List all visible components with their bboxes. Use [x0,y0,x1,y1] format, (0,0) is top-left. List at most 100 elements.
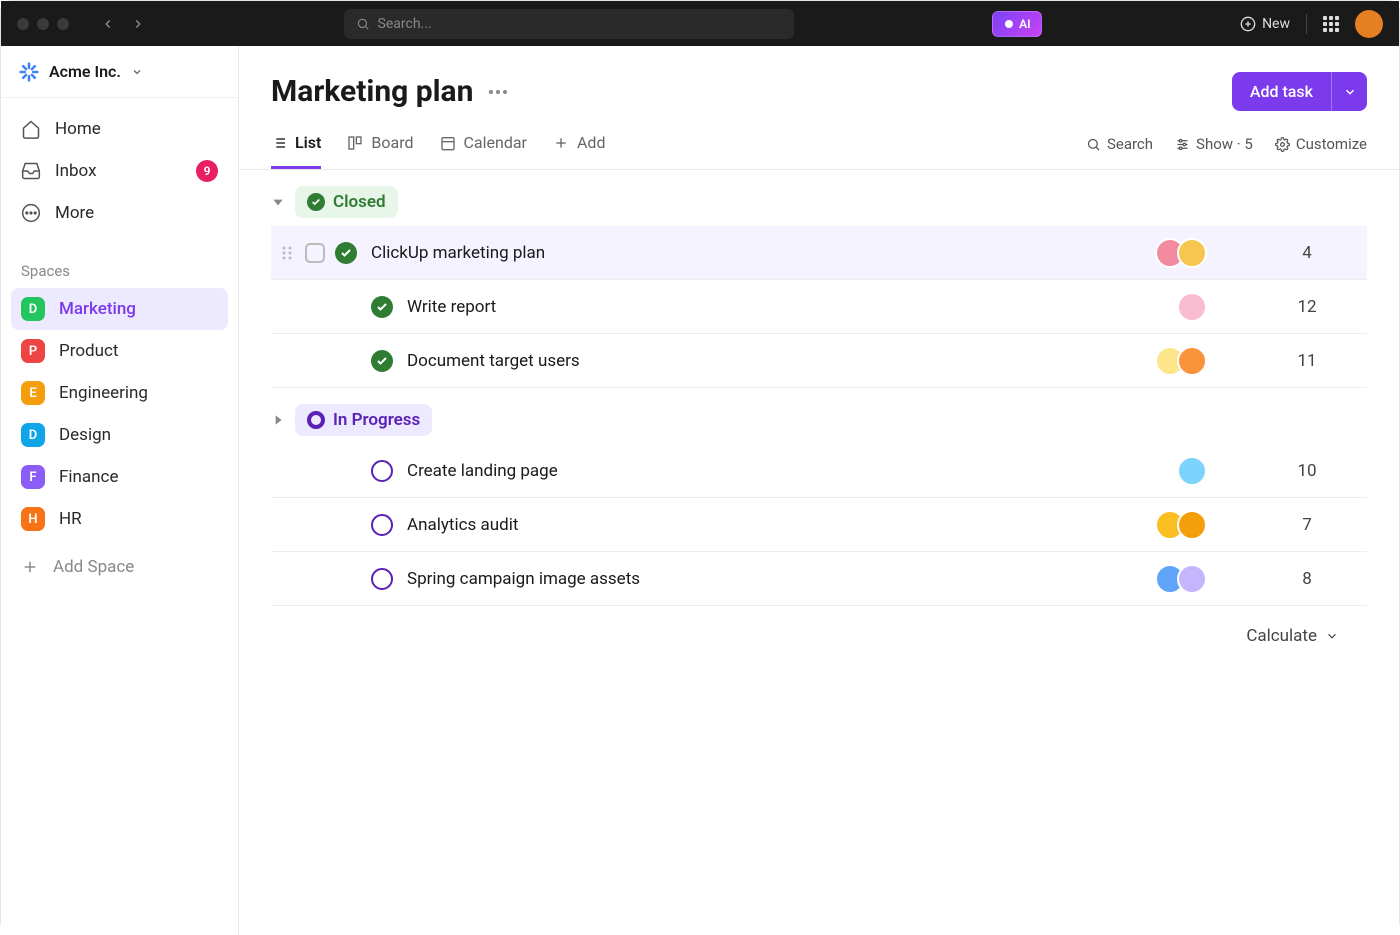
chevron-down-icon [131,66,143,78]
ai-icon [1003,18,1015,30]
task-title: Spring campaign image assets [407,569,1155,589]
sidebar-space-hr[interactable]: H HR [11,498,228,540]
workspace-switcher[interactable]: Acme Inc. [1,46,238,98]
assignee-avatar[interactable] [1177,456,1207,486]
view-customize[interactable]: Customize [1275,135,1367,153]
space-badge-icon: F [21,465,45,489]
main-content: Marketing plan Add task List Board Calen… [239,46,1399,935]
task-row[interactable]: Spring campaign image assets 8 [271,552,1367,606]
plus-icon [553,135,569,151]
space-name: Design [59,425,111,445]
space-name: Engineering [59,383,148,403]
status-icon[interactable] [371,296,393,318]
ai-button[interactable]: AI [992,11,1041,37]
search-placeholder: Search... [378,16,432,32]
space-name: Finance [59,467,118,487]
task-row[interactable]: Document target users 11 [271,334,1367,388]
group-status-pill[interactable]: In Progress [295,404,432,436]
search-input[interactable]: Search... [344,9,794,39]
tab-list[interactable]: List [271,133,321,169]
home-icon [21,119,41,139]
status-icon[interactable] [335,242,357,264]
space-badge-icon: D [21,423,45,447]
inbox-icon [21,161,41,181]
space-name: Product [59,341,118,361]
task-count: 8 [1247,569,1367,589]
tab-board[interactable]: Board [347,133,413,169]
sliders-icon [1175,137,1190,152]
user-avatar[interactable] [1355,10,1383,38]
window-controls[interactable] [17,18,69,30]
assignee-list [1177,292,1207,322]
task-row[interactable]: Write report 12 [271,280,1367,334]
calculate-button[interactable]: Calculate [239,606,1399,666]
space-badge-icon: E [21,381,45,405]
space-name: HR [59,509,82,529]
add-task-dropdown[interactable] [1331,72,1367,111]
status-icon[interactable] [371,460,393,482]
view-search[interactable]: Search [1086,135,1153,153]
view-show[interactable]: Show · 5 [1175,135,1253,153]
status-icon[interactable] [371,514,393,536]
task-count: 4 [1247,243,1367,263]
sidebar-space-design[interactable]: D Design [11,414,228,456]
status-icon[interactable] [371,350,393,372]
spaces-label: Spaces [1,244,238,288]
task-count: 11 [1247,351,1367,371]
board-icon [347,135,363,151]
back-icon[interactable] [101,17,115,31]
group-closed: Closed ClickUp marketing plan 4 Write re… [239,170,1399,388]
task-count: 12 [1247,297,1367,317]
sidebar-item-inbox[interactable]: Inbox 9 [11,150,228,192]
search-icon [1086,137,1101,152]
sidebar: Acme Inc. Home Inbox 9 More Spaces DMark… [1,46,239,935]
assignee-list [1155,346,1207,376]
space-badge-icon: H [21,507,45,531]
group-status-pill[interactable]: Closed [295,186,398,218]
status-icon[interactable] [371,568,393,590]
task-title: Write report [407,297,1177,317]
assignee-avatar[interactable] [1177,564,1207,594]
gear-icon [1275,137,1290,152]
tab-add[interactable]: Add [553,133,605,169]
assignee-list [1155,238,1207,268]
task-count: 7 [1247,515,1367,535]
group-toggle-icon[interactable] [271,195,285,209]
task-row[interactable]: Create landing page 10 [271,444,1367,498]
apps-icon[interactable] [1323,16,1339,32]
assignee-avatar[interactable] [1177,238,1207,268]
page-more-button[interactable] [489,90,507,94]
workspace-name: Acme Inc. [49,62,121,81]
task-row[interactable]: ClickUp marketing plan 4 [271,226,1367,280]
chevron-down-icon [1343,85,1357,99]
topbar: Search... AI New [1,1,1399,46]
task-row[interactable]: Analytics audit 7 [271,498,1367,552]
task-checkbox[interactable] [305,243,325,263]
calendar-icon [440,135,456,151]
workspace-logo-icon [19,62,39,82]
sidebar-space-marketing[interactable]: DMarketing [11,288,228,330]
new-button[interactable]: New [1240,16,1290,32]
group-toggle-icon[interactable] [271,413,285,427]
sidebar-space-product[interactable]: P Product [11,330,228,372]
space-badge-icon: P [21,339,45,363]
sidebar-space-finance[interactable]: F Finance [11,456,228,498]
forward-icon[interactable] [131,17,145,31]
more-icon [21,203,41,223]
sidebar-item-more[interactable]: More [11,192,228,234]
sidebar-space-engineering[interactable]: E Engineering [11,372,228,414]
drag-handle-icon[interactable] [279,245,295,261]
assignee-avatar[interactable] [1177,346,1207,376]
sidebar-item-home[interactable]: Home [11,108,228,150]
task-title: Document target users [407,351,1155,371]
assignee-avatar[interactable] [1177,292,1207,322]
assignee-list [1155,564,1207,594]
task-title: Analytics audit [407,515,1155,535]
tab-calendar[interactable]: Calendar [440,133,527,169]
space-badge-icon: D [21,297,45,321]
chevron-down-icon [1325,629,1339,643]
group-progress: In Progress Create landing page 10 Analy… [239,388,1399,606]
add-space-button[interactable]: Add Space [11,546,228,588]
assignee-avatar[interactable] [1177,510,1207,540]
add-task-button[interactable]: Add task [1232,72,1331,111]
